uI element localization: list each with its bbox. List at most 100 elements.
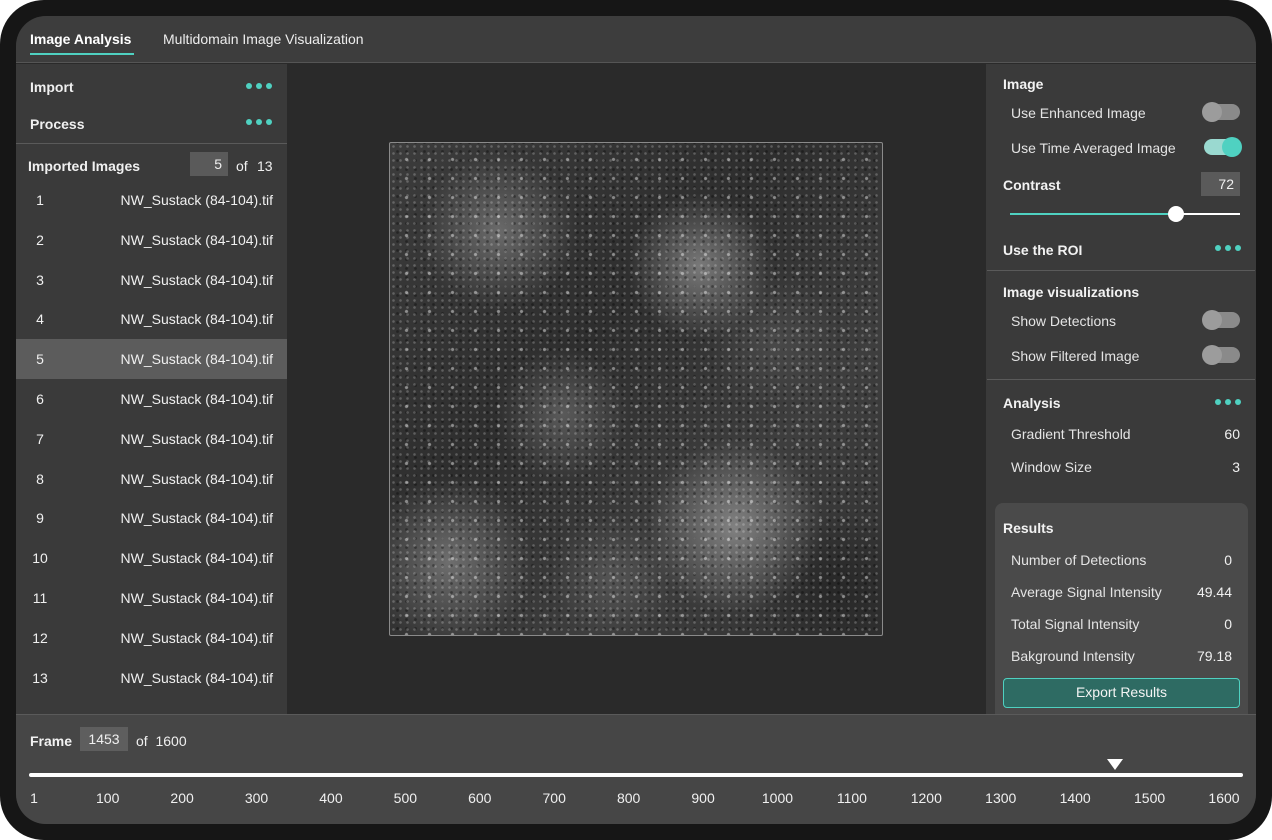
image-list-item[interactable]: 4 NW_Sustack (84-104).tif (16, 299, 287, 339)
analysis-title: Analysis (1003, 395, 1061, 411)
toggle-knob (1202, 310, 1222, 330)
timeline-tick-label: 200 (170, 790, 194, 806)
result-label: Number of Detections (1011, 552, 1147, 568)
image-list-item[interactable]: 5 NW_Sustack (84-104).tif (16, 339, 287, 379)
image-list-item[interactable]: 1 NW_Sustack (84-104).tif (16, 180, 287, 220)
results-title: Results (1003, 520, 1054, 536)
image-number: 11 (32, 589, 48, 606)
image-filename: NW_Sustack (84-104).tif (120, 231, 274, 248)
image-number: 3 (36, 271, 44, 288)
image-number: 10 (32, 550, 48, 567)
image-number: 2 (36, 231, 44, 248)
image-filename: NW_Sustack (84-104).tif (120, 271, 274, 288)
image-list-item[interactable]: 7 NW_Sustack (84-104).tif (16, 419, 287, 459)
toggle-knob (1202, 102, 1222, 122)
timeline-tick-label: 1600 (1208, 790, 1240, 806)
result-value: 0 (1224, 552, 1232, 568)
image-number: 7 (36, 430, 44, 447)
analysis-more-icon[interactable] (1215, 399, 1241, 405)
timeline-tick-label: 1000 (761, 790, 794, 806)
frame-timeline-track[interactable] (29, 773, 1243, 777)
image-list-item[interactable]: 10 NW_Sustack (84-104).tif (16, 538, 287, 578)
device-frame: Image Analysis Multidomain Image Visuali… (0, 0, 1272, 840)
image-section-title: Image (1003, 76, 1044, 92)
image-filename: NW_Sustack (84-104).tif (120, 311, 274, 328)
roi-more-icon[interactable] (1215, 245, 1241, 251)
roi-label: Use the ROI (1003, 242, 1083, 258)
use-enhanced-label: Use Enhanced Image (1011, 105, 1146, 121)
image-number: 12 (32, 629, 48, 646)
result-value: 79.18 (1196, 648, 1232, 664)
contrast-label: Contrast (1003, 177, 1061, 193)
show-detections-toggle[interactable] (1202, 310, 1240, 330)
use-time-averaged-toggle[interactable] (1204, 137, 1242, 157)
image-list-item[interactable]: 6 NW_Sustack (84-104).tif (16, 379, 287, 419)
image-list-item[interactable]: 12 NW_Sustack (84-104).tif (16, 618, 287, 658)
image-number: 8 (36, 470, 44, 487)
toggle-knob (1202, 345, 1222, 365)
image-list-item[interactable]: 2 NW_Sustack (84-104).tif (16, 220, 287, 260)
show-filtered-toggle[interactable] (1202, 345, 1240, 365)
image-filename: NW_Sustack (84-104).tif (120, 430, 274, 447)
image-number: 9 (36, 510, 44, 527)
divider (16, 143, 287, 144)
image-filename: NW_Sustack (84-104).tif (120, 470, 274, 487)
image-list: 1 NW_Sustack (84-104).tif 2 NW_Sustack (84-… (16, 180, 287, 697)
toggle-knob (1222, 137, 1242, 157)
image-index-input[interactable]: 5 (190, 152, 228, 176)
image-list-item[interactable]: 11 NW_Sustack (84-104).tif (16, 578, 287, 618)
frame-label: Frame (30, 733, 73, 749)
image-list-item[interactable]: 3 NW_Sustack (84-104).tif (16, 260, 287, 300)
import-more-icon[interactable] (246, 83, 272, 89)
image-filename: NW_Sustack (84-104).tif (120, 629, 274, 646)
timeline-tick-label: 1400 (1059, 790, 1091, 806)
timeline-tick-label: 700 (542, 790, 566, 806)
gradient-threshold-value[interactable]: 60 (1224, 426, 1240, 442)
show-filtered-label: Show Filtered Image (1011, 348, 1140, 364)
results-card: Results Number of Detections 0 Average S… (995, 503, 1248, 723)
use-time-averaged-label: Use Time Averaged Image (1011, 140, 1176, 156)
timeline-tick-label: 100 (95, 790, 120, 806)
frame-total: 1600 (155, 733, 187, 749)
use-enhanced-toggle[interactable] (1202, 102, 1240, 122)
image-filename: NW_Sustack (84-104).tif (120, 351, 274, 368)
right-panel: Image Use Enhanced Image Use Time Averag… (986, 64, 1256, 723)
timeline-tick-label: 300 (244, 790, 269, 806)
divider (987, 270, 1255, 271)
process-more-icon[interactable] (246, 119, 272, 125)
image-list-item[interactable]: 9 NW_Sustack (84-104).tif (16, 498, 287, 538)
timeline-tick-label: 400 (319, 790, 343, 806)
result-value: 0 (1224, 616, 1232, 632)
process-label: Process (30, 116, 85, 132)
frame-total-text: of 1600 (136, 733, 187, 749)
timeline-panel: Frame 1453 of 1600 1 100 200 300 400 500 600 70… (16, 714, 1256, 824)
window-size-label: Window Size (1011, 459, 1092, 475)
timeline-tick-label: 500 (393, 790, 418, 806)
result-label: Bakground Intensity (1011, 648, 1135, 664)
contrast-input[interactable]: 72 (1201, 172, 1240, 196)
window-size-value[interactable]: 3 (1232, 459, 1240, 475)
image-number: 1 (36, 192, 44, 208)
image-number: 4 (36, 311, 44, 328)
tab-multidomain-visualization[interactable]: Multidomain Image Visualization (163, 31, 364, 47)
timeline-tick-label: 600 (468, 790, 492, 806)
imported-images-label: Imported Images (28, 158, 141, 174)
left-panel: Import Process Imported Images 5 of 13 1… (16, 64, 287, 714)
app-window: Image Analysis Multidomain Image Visuali… (16, 16, 1256, 824)
image-filename: NW_Sustack (84-104).tif (120, 192, 274, 208)
tab-image-analysis[interactable]: Image Analysis (30, 31, 135, 55)
contrast-slider[interactable] (1010, 206, 1240, 222)
timeline-tick-label: 1100 (836, 790, 867, 806)
contrast-slider-thumb[interactable] (1167, 206, 1184, 222)
frame-timeline-thumb[interactable] (1106, 759, 1123, 770)
image-filename: NW_Sustack (84-104).tif (120, 550, 274, 567)
image-canvas[interactable] (389, 142, 883, 636)
import-label: Import (30, 79, 74, 95)
result-label: Total Signal Intensity (1011, 616, 1140, 632)
visualizations-title: Image visualizations (1003, 284, 1140, 300)
frame-input[interactable]: 1453 (80, 727, 128, 751)
timeline-tick-label: 1500 (1134, 790, 1166, 806)
image-list-item[interactable]: 8 NW_Sustack (84-104).tif (16, 459, 287, 499)
export-results-button[interactable]: Export Results (1003, 678, 1240, 708)
image-list-item[interactable]: 13 NW_Sustack (84-104).tif (16, 658, 287, 698)
